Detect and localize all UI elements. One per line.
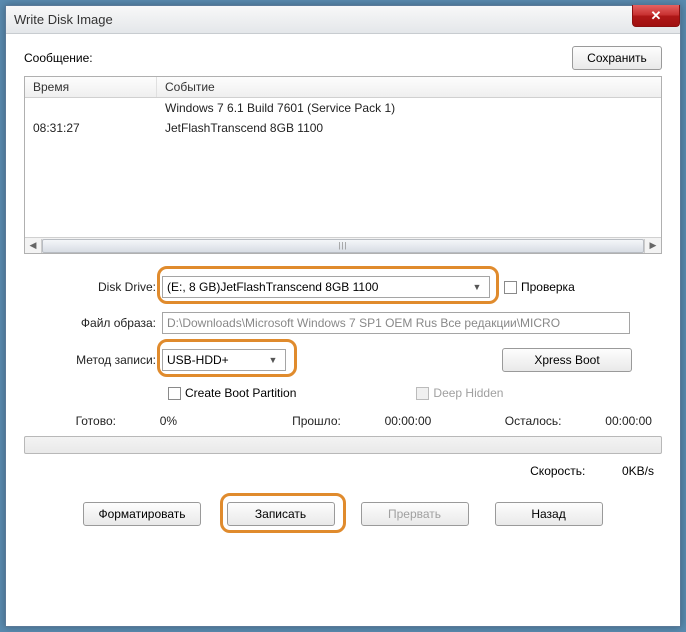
- chevron-down-icon: ▼: [265, 355, 281, 365]
- horizontal-scrollbar[interactable]: ◀ ||| ▶: [25, 237, 661, 253]
- write-method-label: Метод записи:: [24, 353, 162, 367]
- log-row: Windows 7 6.1 Build 7601 (Service Pack 1…: [25, 98, 661, 118]
- log-panel: Время Событие Windows 7 6.1 Build 7601 (…: [24, 76, 662, 254]
- remaining-label: Осталось:: [505, 414, 562, 428]
- remaining-value: 00:00:00: [605, 414, 652, 428]
- format-button[interactable]: Форматировать: [83, 502, 200, 526]
- xpress-boot-button[interactable]: Xpress Boot: [502, 348, 632, 372]
- scroll-right-icon[interactable]: ▶: [645, 239, 661, 253]
- check-checkbox[interactable]: [504, 281, 517, 294]
- speed-label: Скорость:: [530, 464, 585, 478]
- col-time-header[interactable]: Время: [25, 77, 157, 97]
- window-title: Write Disk Image: [14, 12, 113, 27]
- col-event-header[interactable]: Событие: [157, 77, 661, 97]
- ready-label: Готово:: [76, 414, 116, 428]
- back-button[interactable]: Назад: [495, 502, 603, 526]
- log-row: 08:31:27 JetFlashTranscend 8GB 1100: [25, 118, 661, 138]
- app-window: Write Disk Image ✕ Сообщение: Сохранить …: [5, 5, 681, 627]
- write-method-select[interactable]: USB-HDD+ ▼: [162, 349, 286, 371]
- close-button[interactable]: ✕: [632, 5, 680, 27]
- chevron-down-icon: ▼: [469, 282, 485, 292]
- progress-bar: [24, 436, 662, 454]
- deep-hidden-checkbox: [416, 387, 429, 400]
- log-body: Windows 7 6.1 Build 7601 (Service Pack 1…: [25, 98, 661, 237]
- check-checkbox-wrap[interactable]: Проверка: [504, 280, 575, 294]
- message-label: Сообщение:: [24, 51, 93, 65]
- log-header: Время Событие: [25, 77, 661, 98]
- elapsed-label: Прошло:: [292, 414, 341, 428]
- elapsed-value: 00:00:00: [385, 414, 432, 428]
- speed-value: 0KB/s: [622, 464, 654, 478]
- image-file-label: Файл образа:: [24, 316, 162, 330]
- scroll-track[interactable]: |||: [41, 239, 645, 253]
- image-file-input[interactable]: [162, 312, 630, 334]
- scroll-left-icon[interactable]: ◀: [25, 239, 41, 253]
- create-boot-partition-checkbox[interactable]: [168, 387, 181, 400]
- abort-button: Прервать: [361, 502, 469, 526]
- write-button[interactable]: Записать: [227, 502, 335, 526]
- deep-hidden-checkbox-wrap: Deep Hidden: [416, 386, 503, 400]
- save-button[interactable]: Сохранить: [572, 46, 662, 70]
- create-boot-partition-checkbox-wrap[interactable]: Create Boot Partition: [168, 386, 296, 400]
- disk-drive-select[interactable]: (E:, 8 GB)JetFlashTranscend 8GB 1100 ▼: [162, 276, 490, 298]
- progress-percent: 0%: [160, 414, 177, 428]
- titlebar: Write Disk Image ✕: [6, 6, 680, 34]
- scroll-thumb[interactable]: |||: [42, 239, 644, 253]
- disk-drive-label: Disk Drive:: [24, 280, 162, 294]
- close-icon: ✕: [651, 8, 662, 24]
